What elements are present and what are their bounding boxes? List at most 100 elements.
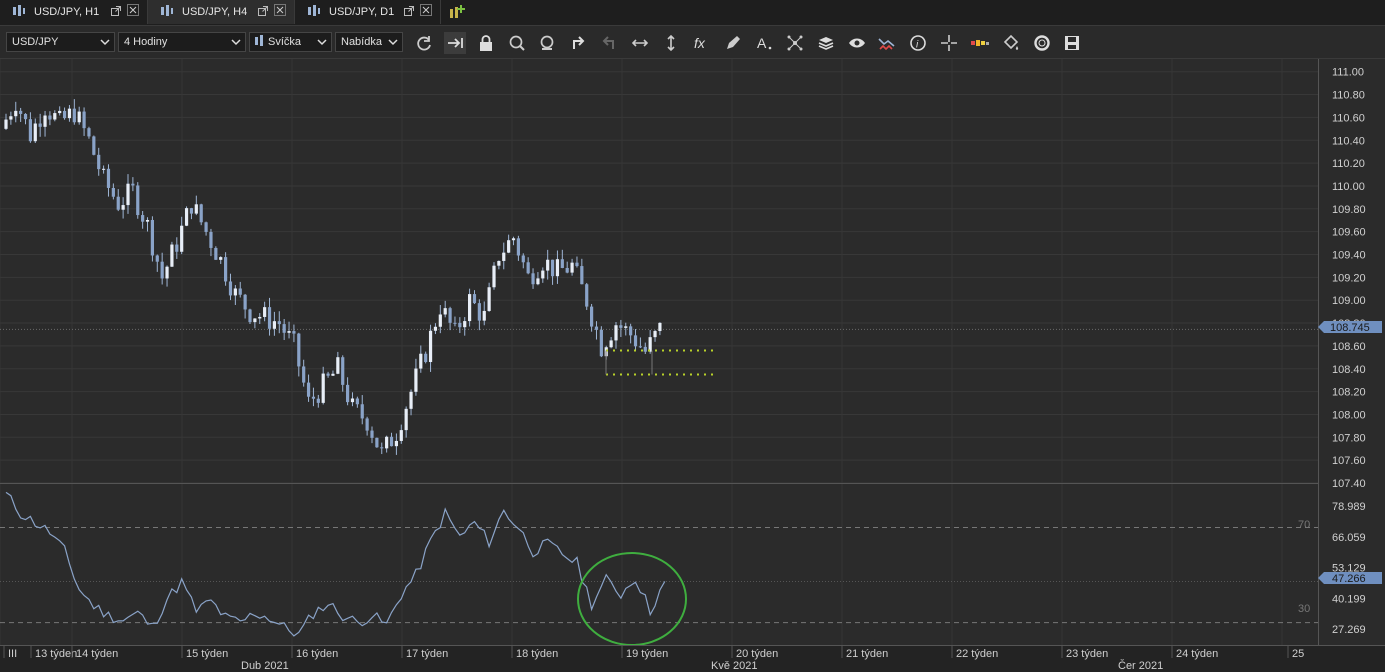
paint-icon[interactable] bbox=[1000, 32, 1022, 54]
timeframe-select[interactable]: 4 Hodiny bbox=[118, 32, 246, 52]
info-icon[interactable]: i bbox=[907, 32, 929, 54]
close-icon[interactable] bbox=[127, 4, 139, 19]
menu-select[interactable]: Nabídka bbox=[335, 32, 403, 52]
candle-body bbox=[282, 324, 286, 333]
horizontal-scale-icon[interactable] bbox=[629, 32, 651, 54]
close-icon[interactable] bbox=[274, 4, 286, 19]
candle-body bbox=[336, 357, 340, 374]
popout-icon[interactable] bbox=[258, 6, 268, 19]
candle-body bbox=[238, 288, 242, 295]
week-label: 18 týden bbox=[516, 648, 558, 660]
candle-body bbox=[653, 331, 657, 338]
candle-body bbox=[424, 353, 428, 363]
candle-body bbox=[463, 321, 467, 328]
eye-icon[interactable] bbox=[846, 32, 868, 54]
candle-body bbox=[419, 353, 423, 369]
candle-body bbox=[365, 418, 369, 431]
redo-icon[interactable] bbox=[598, 32, 620, 54]
tab-usdjpy-h4[interactable]: USD/JPY, H4 bbox=[148, 0, 295, 24]
close-icon[interactable] bbox=[420, 4, 432, 19]
week-label: 23 týden bbox=[1066, 648, 1108, 660]
candle-body bbox=[228, 281, 233, 296]
candle-body bbox=[355, 398, 359, 405]
symbol-select[interactable]: USD/JPY bbox=[6, 32, 115, 52]
tab-label: USD/JPY, D1 bbox=[329, 6, 395, 18]
candle-body bbox=[394, 440, 398, 447]
candle-body bbox=[624, 326, 628, 328]
zoom-in-icon[interactable] bbox=[506, 32, 528, 54]
candle-body bbox=[131, 183, 135, 186]
crosshair-icon[interactable] bbox=[938, 32, 960, 54]
settings-ring-icon[interactable] bbox=[1031, 32, 1053, 54]
text-tool-icon[interactable]: A bbox=[753, 32, 775, 54]
candle-body bbox=[48, 115, 52, 120]
compare-icon[interactable] bbox=[876, 32, 898, 54]
candle-body bbox=[209, 231, 213, 248]
refresh-icon[interactable] bbox=[413, 32, 435, 54]
candle-body bbox=[33, 123, 37, 142]
chart-area[interactable]: 111.00 110.80 110.60 110.40 110.20 110.00 109.… bbox=[0, 59, 1385, 672]
candle-body bbox=[38, 123, 42, 127]
vertical-scale-icon[interactable] bbox=[660, 32, 682, 54]
candle-body bbox=[443, 308, 447, 315]
candle-body bbox=[458, 322, 462, 328]
svg-text:A: A bbox=[757, 35, 767, 51]
pencil-icon[interactable] bbox=[722, 32, 744, 54]
layers-icon[interactable] bbox=[815, 32, 837, 54]
candle-body bbox=[370, 430, 374, 438]
undo-icon[interactable] bbox=[567, 32, 589, 54]
candle-body bbox=[263, 307, 267, 317]
tab-usdjpy-h1[interactable]: USD/JPY, H1 bbox=[0, 0, 148, 24]
popout-icon[interactable] bbox=[404, 6, 414, 19]
candlestick-icon bbox=[307, 4, 321, 20]
month-label: Kvě 2021 bbox=[711, 660, 757, 672]
week-label: 20 týden bbox=[736, 648, 778, 660]
candle-body bbox=[243, 294, 247, 310]
week-label: 17 týden bbox=[406, 648, 448, 660]
popout-icon[interactable] bbox=[111, 6, 121, 19]
volume-bar-icon[interactable] bbox=[969, 32, 991, 54]
objects-icon[interactable] bbox=[784, 32, 806, 54]
week-label: 19 týden bbox=[626, 648, 668, 660]
save-icon[interactable] bbox=[1061, 32, 1083, 54]
candle-body bbox=[404, 408, 408, 431]
candle-body bbox=[199, 204, 203, 223]
candle-body bbox=[72, 108, 76, 123]
candle-body bbox=[311, 396, 316, 399]
candle-body bbox=[141, 215, 145, 222]
current-rsi-label: 47.266 bbox=[1332, 573, 1366, 585]
lock-icon[interactable] bbox=[475, 32, 497, 54]
rsi-level-30: 30 bbox=[1298, 603, 1310, 615]
candle-body bbox=[614, 325, 618, 341]
chart-type-value: Svíčka bbox=[268, 36, 302, 48]
candle-body bbox=[468, 294, 472, 322]
price-tick-label: 109.80 bbox=[1332, 204, 1366, 216]
tab-usdjpy-d1[interactable]: USD/JPY, D1 bbox=[295, 0, 441, 24]
candlestick-icon bbox=[160, 4, 174, 20]
new-tab-button[interactable] bbox=[444, 0, 470, 24]
price-tick-label: 108.00 bbox=[1332, 409, 1366, 421]
price-tick-label: 108.40 bbox=[1332, 364, 1366, 376]
price-tick-label: 109.20 bbox=[1332, 272, 1366, 284]
candle-body bbox=[23, 113, 28, 120]
candle-body bbox=[502, 252, 506, 261]
candle-body bbox=[58, 110, 62, 114]
chevron-down-icon bbox=[388, 36, 398, 51]
candle-body bbox=[389, 436, 394, 447]
autoscroll-icon[interactable] bbox=[444, 32, 466, 54]
chart-type-select[interactable]: Svíčka bbox=[249, 32, 332, 52]
rsi-tick-label: 66.059 bbox=[1332, 532, 1366, 544]
zoom-out-icon[interactable] bbox=[536, 32, 558, 54]
candle-body bbox=[482, 310, 486, 321]
price-tick-label: 110.60 bbox=[1332, 112, 1365, 124]
candle-type-icon bbox=[255, 34, 264, 50]
candle-body bbox=[297, 333, 301, 367]
candle-body bbox=[248, 309, 252, 323]
candle-body bbox=[599, 329, 603, 357]
candle-body bbox=[267, 307, 272, 329]
function-icon[interactable]: fx bbox=[691, 32, 713, 54]
candle-body bbox=[155, 255, 159, 262]
candle-body bbox=[448, 308, 452, 323]
candle-body bbox=[116, 196, 120, 210]
candle-body bbox=[619, 325, 623, 328]
